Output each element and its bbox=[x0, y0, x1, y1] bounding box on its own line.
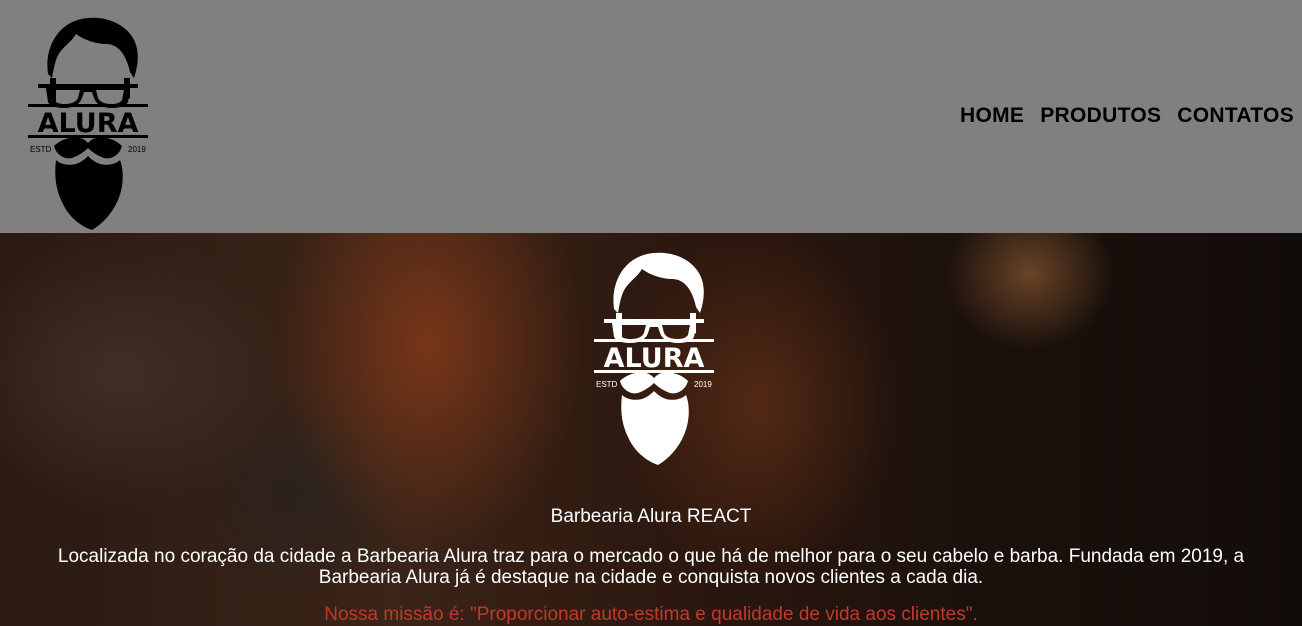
bearded-man-logo-icon: ALURA ESTD 2019 bbox=[594, 252, 714, 465]
site-header: ALURA ESTD 2019 HOME PRODUTOS CONTATOS bbox=[0, 0, 1302, 233]
nav-produtos-link[interactable]: PRODUTOS bbox=[1040, 104, 1161, 128]
hero-logo-brand: ALURA bbox=[604, 343, 705, 374]
hero-description: Localizada no coração da cidade a Barbea… bbox=[57, 546, 1245, 588]
header-logo-link[interactable]: ALURA ESTD 2019 bbox=[26, 14, 150, 232]
hero-title: Barbearia Alura REACT bbox=[550, 506, 752, 527]
hero-logo: ALURA ESTD 2019 bbox=[592, 249, 716, 467]
hero-logo-year: 2019 bbox=[694, 380, 712, 389]
nav-contatos-link[interactable]: CONTATOS bbox=[1177, 104, 1294, 128]
bearded-man-logo-icon: ALURA ESTD 2019 bbox=[28, 17, 148, 230]
hero-mission: Nossa missão é: "Proporcionar auto-estim… bbox=[324, 604, 978, 625]
header-logo-year: 2019 bbox=[128, 145, 146, 154]
header-logo-estd: ESTD bbox=[30, 145, 52, 154]
main-nav: HOME PRODUTOS CONTATOS bbox=[960, 104, 1294, 128]
nav-home-link[interactable]: HOME bbox=[960, 104, 1024, 128]
hero-section: ALURA ESTD 2019 Barbearia Alura REACT Lo… bbox=[0, 233, 1302, 626]
hero-logo-estd: ESTD bbox=[596, 380, 618, 389]
header-logo-brand: ALURA bbox=[38, 108, 139, 139]
